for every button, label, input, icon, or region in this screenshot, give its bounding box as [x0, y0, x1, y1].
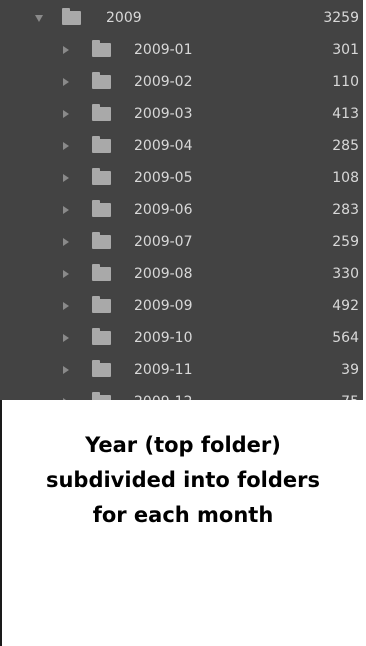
folder-count: 110 — [332, 74, 359, 90]
folder-label: 2009-06 — [134, 202, 193, 218]
collapsed-triangle-icon[interactable] — [63, 78, 69, 86]
folder-label: 2009-05 — [134, 170, 193, 186]
folder-count: 413 — [332, 106, 359, 122]
folder-row-2009[interactable]: 2009 3259 — [0, 2, 363, 35]
folder-count: 3259 — [323, 10, 359, 26]
folder-row-month[interactable]: 2009-11 39 — [0, 354, 363, 387]
folder-row-month[interactable]: 2009-08 330 — [0, 258, 363, 291]
folder-row-month[interactable]: 2009-04 285 — [0, 130, 363, 163]
collapsed-triangle-icon[interactable] — [63, 206, 69, 214]
folder-icon — [92, 40, 111, 57]
folder-count: 75 — [341, 394, 359, 400]
collapsed-triangle-icon[interactable] — [63, 110, 69, 118]
folder-icon — [92, 328, 111, 345]
folder-count: 39 — [341, 362, 359, 378]
collapsed-triangle-icon[interactable] — [63, 46, 69, 54]
folder-icon — [92, 200, 111, 217]
caption-text: Year (top folder) subdivided into folder… — [0, 428, 366, 533]
caption-line: for each month — [92, 503, 274, 527]
folder-count: 564 — [332, 330, 359, 346]
folder-label: 2009-12 — [134, 394, 193, 400]
folder-label: 2009-08 — [134, 266, 193, 282]
folder-row-month[interactable]: 2009-05 108 — [0, 162, 363, 195]
folder-row-month[interactable]: 2009-06 283 — [0, 194, 363, 227]
collapsed-triangle-icon[interactable] — [63, 270, 69, 278]
folder-row-month[interactable]: 2009-12 75 — [0, 386, 363, 400]
folder-icon — [92, 360, 111, 377]
folder-count: 492 — [332, 298, 359, 314]
folder-row-month[interactable]: 2009-03 413 — [0, 98, 363, 131]
collapsed-triangle-icon[interactable] — [63, 302, 69, 310]
folder-icon — [92, 264, 111, 281]
folder-icon — [92, 168, 111, 185]
folder-tree-panel: 2009 3259 2009-01 301 2009-02 110 2009-0… — [0, 0, 363, 400]
folder-icon — [92, 104, 111, 121]
folder-row-month[interactable]: 2009-07 259 — [0, 226, 363, 259]
folder-label: 2009-01 — [134, 42, 193, 58]
folder-label: 2009-10 — [134, 330, 193, 346]
folder-label: 2009 — [106, 10, 142, 26]
collapsed-triangle-icon[interactable] — [63, 238, 69, 246]
folder-row-month[interactable]: 2009-01 301 — [0, 34, 363, 67]
folder-count: 259 — [332, 234, 359, 250]
folder-count: 285 — [332, 138, 359, 154]
folder-row-month[interactable]: 2009-09 492 — [0, 290, 363, 323]
folder-label: 2009-02 — [134, 74, 193, 90]
folder-icon — [92, 136, 111, 153]
folder-count: 283 — [332, 202, 359, 218]
folder-count: 108 — [332, 170, 359, 186]
folder-icon — [92, 392, 111, 400]
collapsed-triangle-icon[interactable] — [63, 142, 69, 150]
folder-label: 2009-03 — [134, 106, 193, 122]
caption-line: Year (top folder) — [85, 433, 281, 457]
folder-label: 2009-04 — [134, 138, 193, 154]
folder-count: 301 — [332, 42, 359, 58]
caption-line: subdivided into folders — [45, 468, 321, 492]
folder-icon — [92, 72, 111, 89]
folder-icon — [92, 296, 111, 313]
folder-row-month[interactable]: 2009-10 564 — [0, 322, 363, 355]
collapsed-triangle-icon[interactable] — [63, 398, 69, 400]
folder-icon — [62, 8, 81, 25]
collapsed-triangle-icon[interactable] — [63, 174, 69, 182]
collapsed-triangle-icon[interactable] — [63, 366, 69, 374]
expand-triangle-icon[interactable] — [35, 15, 43, 22]
folder-label: 2009-09 — [134, 298, 193, 314]
collapsed-triangle-icon[interactable] — [63, 334, 69, 342]
folder-count: 330 — [332, 266, 359, 282]
folder-label: 2009-07 — [134, 234, 193, 250]
folder-label: 2009-11 — [134, 362, 193, 378]
folder-row-month[interactable]: 2009-02 110 — [0, 66, 363, 99]
folder-icon — [92, 232, 111, 249]
